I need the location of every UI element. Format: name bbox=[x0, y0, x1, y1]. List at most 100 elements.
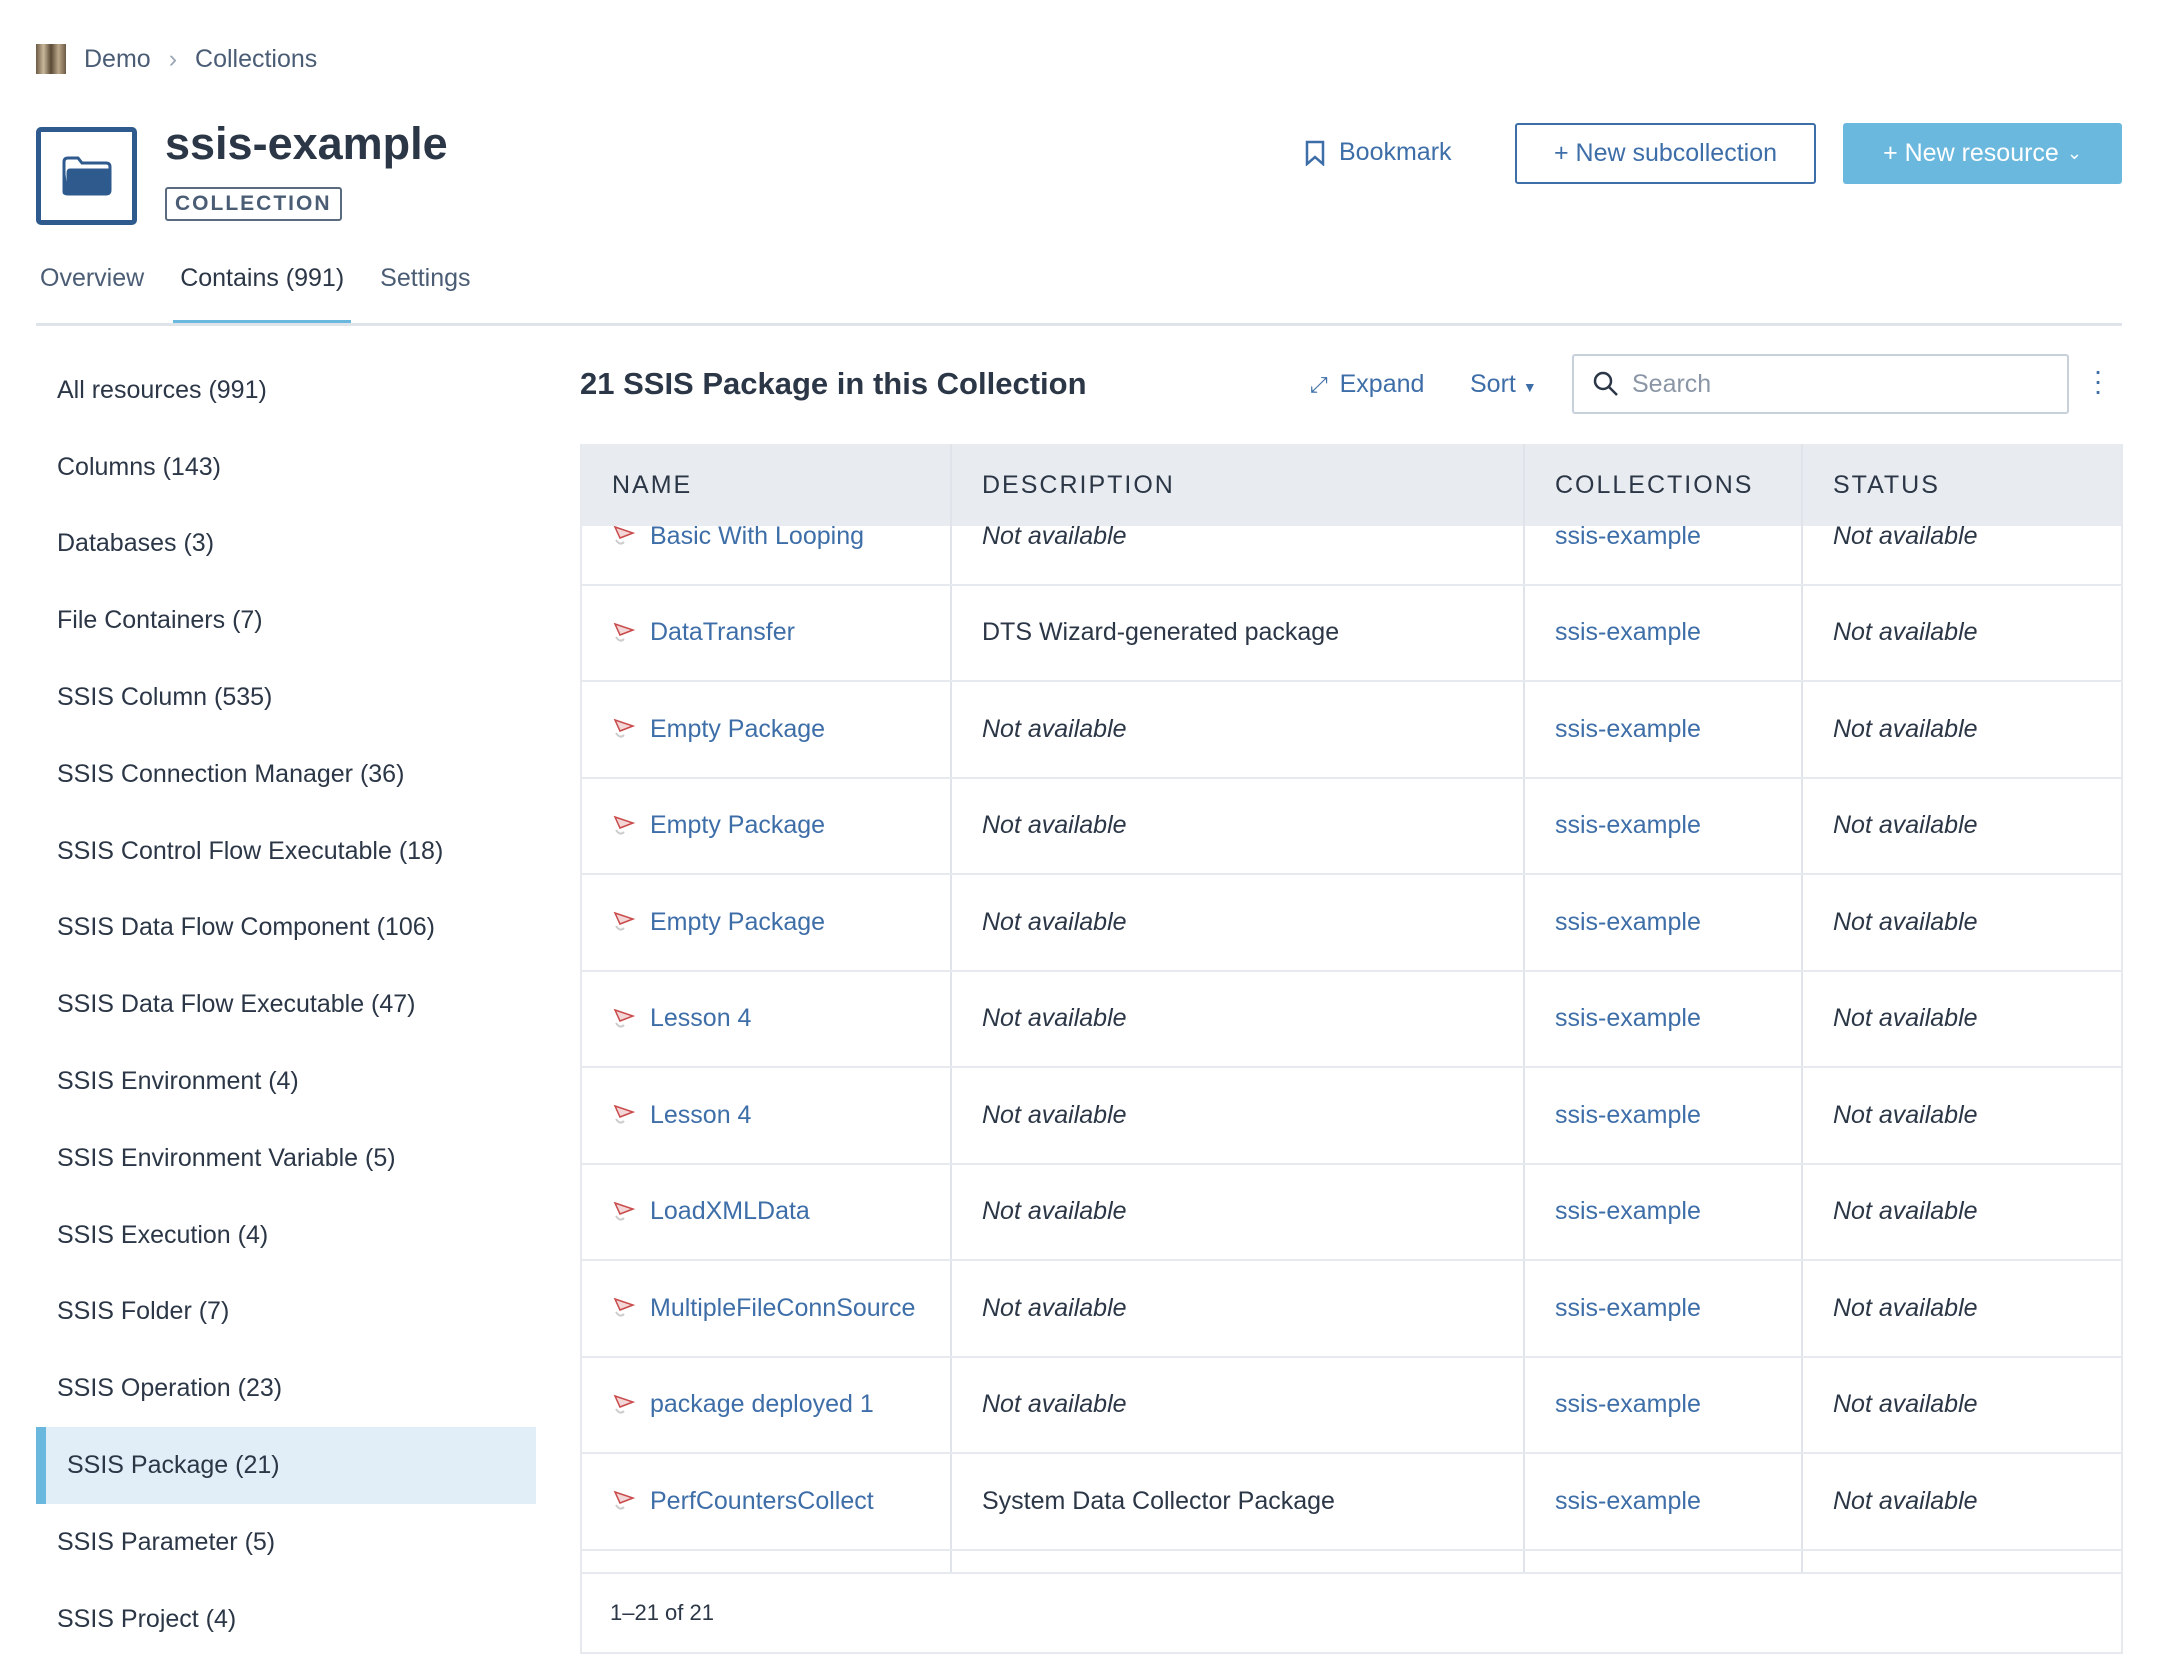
collection-link[interactable]: ssis-example bbox=[1555, 1390, 1701, 1419]
table-row[interactable]: DataTransfer DTS Wizard-generated packag… bbox=[582, 585, 2121, 682]
sidebar-item[interactable]: SSIS Connection Manager (36) bbox=[36, 736, 536, 813]
collection-folder-icon bbox=[36, 127, 137, 225]
sidebar-item[interactable]: SSIS Parameter (5) bbox=[36, 1504, 536, 1581]
collections-cell: ssis-example bbox=[1525, 1164, 1803, 1259]
collection-link[interactable]: ssis-example bbox=[1555, 1004, 1701, 1033]
status-cell: Not available bbox=[1833, 526, 1978, 550]
table-row[interactable]: LoadXMLData Not available ssis-example N… bbox=[582, 1164, 2121, 1261]
sidebar-item[interactable]: All resources (991) bbox=[36, 352, 536, 429]
breadcrumb-collections[interactable]: Collections bbox=[195, 45, 317, 74]
name-cell: PerfCountersCollect bbox=[582, 1454, 952, 1549]
cell bbox=[952, 1550, 1525, 1572]
status-cell: Not available bbox=[1833, 618, 1978, 647]
table-row[interactable]: package deployed 1 Not available ssis-ex… bbox=[582, 1357, 2121, 1454]
new-subcollection-button[interactable]: + New subcollection bbox=[1515, 123, 1816, 184]
breadcrumb-demo[interactable]: Demo bbox=[84, 45, 151, 74]
tab-settings[interactable]: Settings bbox=[376, 264, 474, 326]
table-row[interactable] bbox=[582, 1550, 2121, 1572]
table-row[interactable]: Lesson 4 Not available ssis-example Not … bbox=[582, 1068, 2121, 1165]
ssis-package-icon bbox=[613, 1394, 636, 1414]
table-body[interactable]: Basic With Looping Not available ssis-ex… bbox=[582, 526, 2121, 1572]
expand-button[interactable]: ⤢ Expand bbox=[1310, 370, 1424, 399]
column-header[interactable]: STATUS bbox=[1803, 444, 2121, 526]
table-row[interactable]: Empty Package Not available ssis-example… bbox=[582, 875, 2121, 972]
sidebar-item[interactable]: Columns (143) bbox=[36, 429, 536, 506]
table-row[interactable]: MultipleFileConnSource Not available ssi… bbox=[582, 1261, 2121, 1358]
description-cell: Not available bbox=[952, 526, 1525, 584]
table-row[interactable]: Basic With Looping Not available ssis-ex… bbox=[582, 526, 2121, 586]
resource-link[interactable]: LoadXMLData bbox=[650, 1197, 810, 1226]
description-cell: DTS Wizard-generated package bbox=[952, 585, 1525, 680]
sidebar-item[interactable]: SSIS Control Flow Executable (18) bbox=[36, 813, 536, 890]
status-cell: Not available bbox=[1833, 714, 1978, 743]
ssis-package-icon bbox=[613, 526, 636, 545]
sidebar-item[interactable]: SSIS Project (4) bbox=[36, 1581, 536, 1658]
collection-link[interactable]: ssis-example bbox=[1555, 1294, 1701, 1323]
resource-link[interactable]: Empty Package bbox=[650, 908, 825, 937]
new-resource-button[interactable]: + New resource ⌄ bbox=[1843, 123, 2122, 184]
resource-link[interactable]: MultipleFileConnSource bbox=[650, 1294, 915, 1323]
ssis-package-icon bbox=[613, 815, 636, 835]
status-cell: Not available bbox=[1833, 1197, 1978, 1226]
type-badge: COLLECTION bbox=[165, 187, 342, 221]
resource-type-sidebar: All resources (991) Columns (143) Database… bbox=[36, 352, 536, 1658]
resource-link[interactable]: Empty Package bbox=[650, 811, 825, 840]
description-cell: Not available bbox=[952, 1068, 1525, 1163]
collection-link[interactable]: ssis-example bbox=[1555, 908, 1701, 937]
collection-link[interactable]: ssis-example bbox=[1555, 1197, 1701, 1226]
sidebar-item[interactable]: SSIS Environment (4) bbox=[36, 1043, 536, 1120]
resource-link[interactable]: package deployed 1 bbox=[650, 1390, 874, 1419]
name-cell: Lesson 4 bbox=[582, 1068, 952, 1163]
resource-link[interactable]: Lesson 4 bbox=[650, 1101, 751, 1130]
collection-link[interactable]: ssis-example bbox=[1555, 618, 1701, 647]
name-cell: LoadXMLData bbox=[582, 1164, 952, 1259]
results-heading: 21 SSIS Package in this Collection bbox=[580, 366, 1087, 401]
table-row[interactable]: Empty Package Not available ssis-example… bbox=[582, 682, 2121, 779]
sidebar-item[interactable]: SSIS Data Flow Component (106) bbox=[36, 890, 536, 967]
collection-link[interactable]: ssis-example bbox=[1555, 811, 1701, 840]
status-cell: Not available bbox=[1833, 1100, 1978, 1129]
collection-link[interactable]: ssis-example bbox=[1555, 1101, 1701, 1130]
table-row[interactable]: PerfCountersCollect System Data Collecto… bbox=[582, 1454, 2121, 1551]
column-header[interactable]: COLLECTIONS bbox=[1525, 444, 1803, 526]
collection-link[interactable]: ssis-example bbox=[1555, 1487, 1701, 1516]
resource-link[interactable]: Empty Package bbox=[650, 715, 825, 744]
sidebar-item[interactable]: File Containers (7) bbox=[36, 582, 536, 659]
expand-icon: ⤢ bbox=[1310, 371, 1328, 397]
sidebar-item[interactable]: SSIS Folder (7) bbox=[36, 1274, 536, 1351]
sort-dropdown[interactable]: Sort ▼ bbox=[1470, 370, 1537, 399]
resource-link[interactable]: DataTransfer bbox=[650, 618, 795, 647]
sidebar-item[interactable]: SSIS Package (21) bbox=[36, 1427, 536, 1504]
bookmark-icon bbox=[1305, 140, 1325, 166]
column-header[interactable]: DESCRIPTION bbox=[952, 444, 1525, 526]
resource-link[interactable]: PerfCountersCollect bbox=[650, 1487, 874, 1516]
table-header: NAME DESCRIPTION COLLECTIONS STATUS bbox=[582, 444, 2121, 526]
collections-cell: ssis-example bbox=[1525, 1454, 1803, 1549]
resource-link[interactable]: Lesson 4 bbox=[650, 1004, 751, 1033]
status-cell: Not available bbox=[1833, 1004, 1978, 1033]
bookmark-button[interactable]: Bookmark bbox=[1305, 138, 1452, 167]
name-cell: MultipleFileConnSource bbox=[582, 1261, 952, 1356]
tab-contains[interactable]: Contains (991) bbox=[173, 264, 352, 326]
collection-link[interactable]: ssis-example bbox=[1555, 715, 1701, 744]
column-header[interactable]: NAME bbox=[582, 444, 952, 526]
sidebar-item[interactable]: SSIS Operation (23) bbox=[36, 1350, 536, 1427]
tab-overview[interactable]: Overview bbox=[36, 264, 148, 326]
sidebar-item[interactable]: SSIS Execution (4) bbox=[36, 1197, 536, 1274]
sidebar-item[interactable]: SSIS Column (535) bbox=[36, 659, 536, 736]
more-options-icon[interactable]: · · · bbox=[2090, 357, 2106, 405]
sidebar-item[interactable]: Databases (3) bbox=[36, 506, 536, 583]
ssis-package-icon bbox=[613, 1490, 636, 1510]
sidebar-item[interactable]: SSIS Data Flow Executable (47) bbox=[36, 966, 536, 1043]
caret-down-icon: ▼ bbox=[1522, 379, 1537, 395]
chevron-down-icon: ⌄ bbox=[2066, 143, 2082, 163]
search-input[interactable] bbox=[1632, 369, 2032, 399]
resource-link[interactable]: Basic With Looping bbox=[650, 526, 864, 551]
ssis-package-icon bbox=[613, 718, 636, 738]
expand-label: Expand bbox=[1339, 370, 1425, 398]
collection-link[interactable]: ssis-example bbox=[1555, 526, 1701, 551]
cell bbox=[1525, 1550, 1803, 1572]
table-row[interactable]: Lesson 4 Not available ssis-example Not … bbox=[582, 971, 2121, 1068]
sidebar-item[interactable]: SSIS Environment Variable (5) bbox=[36, 1120, 536, 1197]
table-row[interactable]: Empty Package Not available ssis-example… bbox=[582, 778, 2121, 875]
